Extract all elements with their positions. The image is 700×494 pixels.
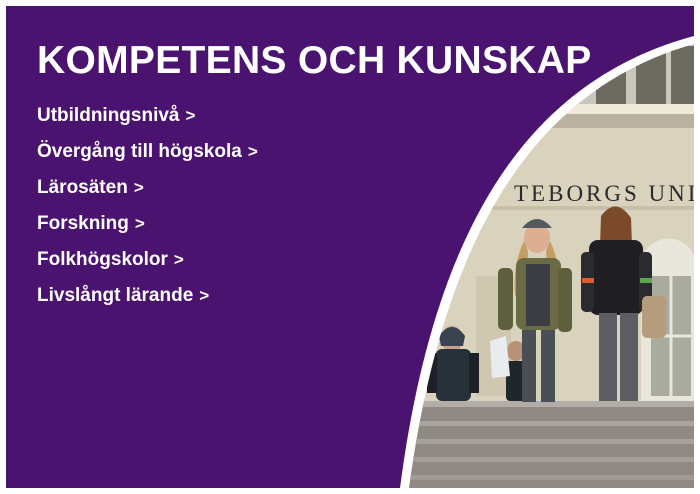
chevron-right-icon: > — [133, 178, 144, 197]
topic-link-item: Lärosäten > — [37, 170, 258, 206]
topic-link-item: Övergång till högskola > — [37, 134, 258, 170]
page-frame: TEBORGS UNI KOMPETENS OCH KUNSKAP Utbild… — [0, 0, 700, 494]
link-overgang-till-hogskola[interactable]: Övergång till högskola — [37, 141, 242, 163]
purple-panel: TEBORGS UNI KOMPETENS OCH KUNSKAP Utbild… — [6, 6, 694, 488]
chevron-right-icon: > — [173, 250, 184, 269]
topic-link-item: Livslångt lärande > — [37, 278, 258, 314]
building-sign: TEBORGS UNI — [514, 181, 694, 206]
topic-link-item: Folkhögskolor > — [37, 242, 258, 278]
topic-link-item: Utbildningsnivå > — [37, 98, 258, 134]
link-forskning[interactable]: Forskning — [37, 213, 129, 235]
link-folkhogskolor[interactable]: Folkhögskolor — [37, 249, 168, 271]
link-utbildningsniva[interactable]: Utbildningsnivå — [37, 105, 180, 127]
topic-link-list: Utbildningsnivå > Övergång till högskola… — [37, 98, 258, 314]
page-title: KOMPETENS OCH KUNSKAP — [37, 39, 592, 82]
topic-link-item: Forskning > — [37, 206, 258, 242]
chevron-right-icon: > — [199, 286, 210, 305]
chevron-right-icon: > — [185, 106, 196, 125]
chevron-right-icon: > — [134, 214, 145, 233]
link-larosaten[interactable]: Lärosäten — [37, 177, 128, 199]
link-livslangt-larande[interactable]: Livslångt lärande — [37, 285, 193, 307]
chevron-right-icon: > — [247, 142, 258, 161]
